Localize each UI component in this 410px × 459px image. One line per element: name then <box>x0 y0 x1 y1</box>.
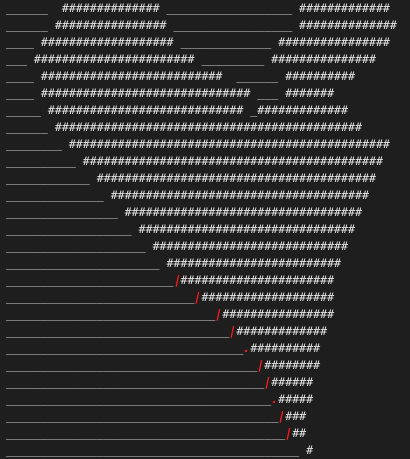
terminal-line-text: ________________________ <box>6 273 174 287</box>
terminal-line: ______ #################################… <box>6 120 362 134</box>
terminal-line: ___ ####################### _________ ##… <box>6 52 376 66</box>
terminal-line-text: ###### <box>271 375 314 389</box>
terminal-line-text: ###################### <box>180 273 335 287</box>
terminal-line: ________ ###############################… <box>6 137 390 151</box>
terminal-line: ________________________________________… <box>6 443 314 457</box>
terminal-line: _____ ############################ _####… <box>6 103 349 117</box>
terminal-line: ______ ################ ________________… <box>6 18 397 32</box>
terminal-line-text: ___________________________ <box>6 290 195 304</box>
terminal-line-text: ################### <box>201 290 335 304</box>
terminal-line: ____ ############################## ___ … <box>6 86 335 100</box>
terminal-line-text: _______________________________________ <box>6 409 279 423</box>
terminal-line: ________________________________________… <box>6 425 306 442</box>
terminal-line: ____________________________________|###… <box>6 357 320 374</box>
terminal-line-text: ______________________________________ <box>6 392 272 406</box>
terminal-line: _____________________________________|##… <box>6 374 313 391</box>
terminal-line: ______ ############## __________________… <box>6 1 390 15</box>
terminal-line-text: ________________________________________ <box>6 426 286 440</box>
terminal-line-text: ############# <box>236 324 328 338</box>
terminal-line: ____ ########################## ______ #… <box>6 69 356 83</box>
terminal-line-text: ##### <box>278 392 314 406</box>
terminal-line: ____________ ###########################… <box>6 171 376 185</box>
terminal-line: ________________________________|#######… <box>6 323 327 340</box>
terminal-line: __________________ #####################… <box>6 222 356 236</box>
terminal-line-text: ######## <box>264 358 321 372</box>
terminal-line-text: ########## <box>250 341 321 355</box>
terminal-line-text: ____________________________________ <box>6 358 258 372</box>
terminal-line: ____________________ ###################… <box>6 239 349 253</box>
terminal-line: ________________________|###############… <box>6 272 334 289</box>
terminal-line: __________ #############################… <box>6 154 383 168</box>
terminal-line: ______________________________________.#… <box>6 391 313 408</box>
terminal-line-text: ________________________________ <box>6 324 230 338</box>
terminal-line: ____ ################### _____________ #… <box>6 35 390 49</box>
terminal-line-text: __________________________________ <box>6 341 244 355</box>
terminal-output: ______ ############## __________________… <box>0 0 410 459</box>
terminal-line-text: ______________________________ <box>6 307 216 321</box>
terminal-line: ______________________ #################… <box>6 256 342 270</box>
terminal-line-text: ################ <box>222 307 335 321</box>
terminal-line-text: ### <box>285 409 307 423</box>
terminal-line: __________________________________.#####… <box>6 340 320 357</box>
terminal-line-text: ## <box>292 426 307 440</box>
terminal-line-text: _____________________________________ <box>6 375 265 389</box>
terminal-line: ________________ #######################… <box>6 205 362 219</box>
terminal-line: ______________ #########################… <box>6 188 369 202</box>
terminal-line: ___________________________|############… <box>6 289 334 306</box>
terminal-line: ______________________________|#########… <box>6 306 334 323</box>
terminal-line: _______________________________________|… <box>6 408 306 425</box>
